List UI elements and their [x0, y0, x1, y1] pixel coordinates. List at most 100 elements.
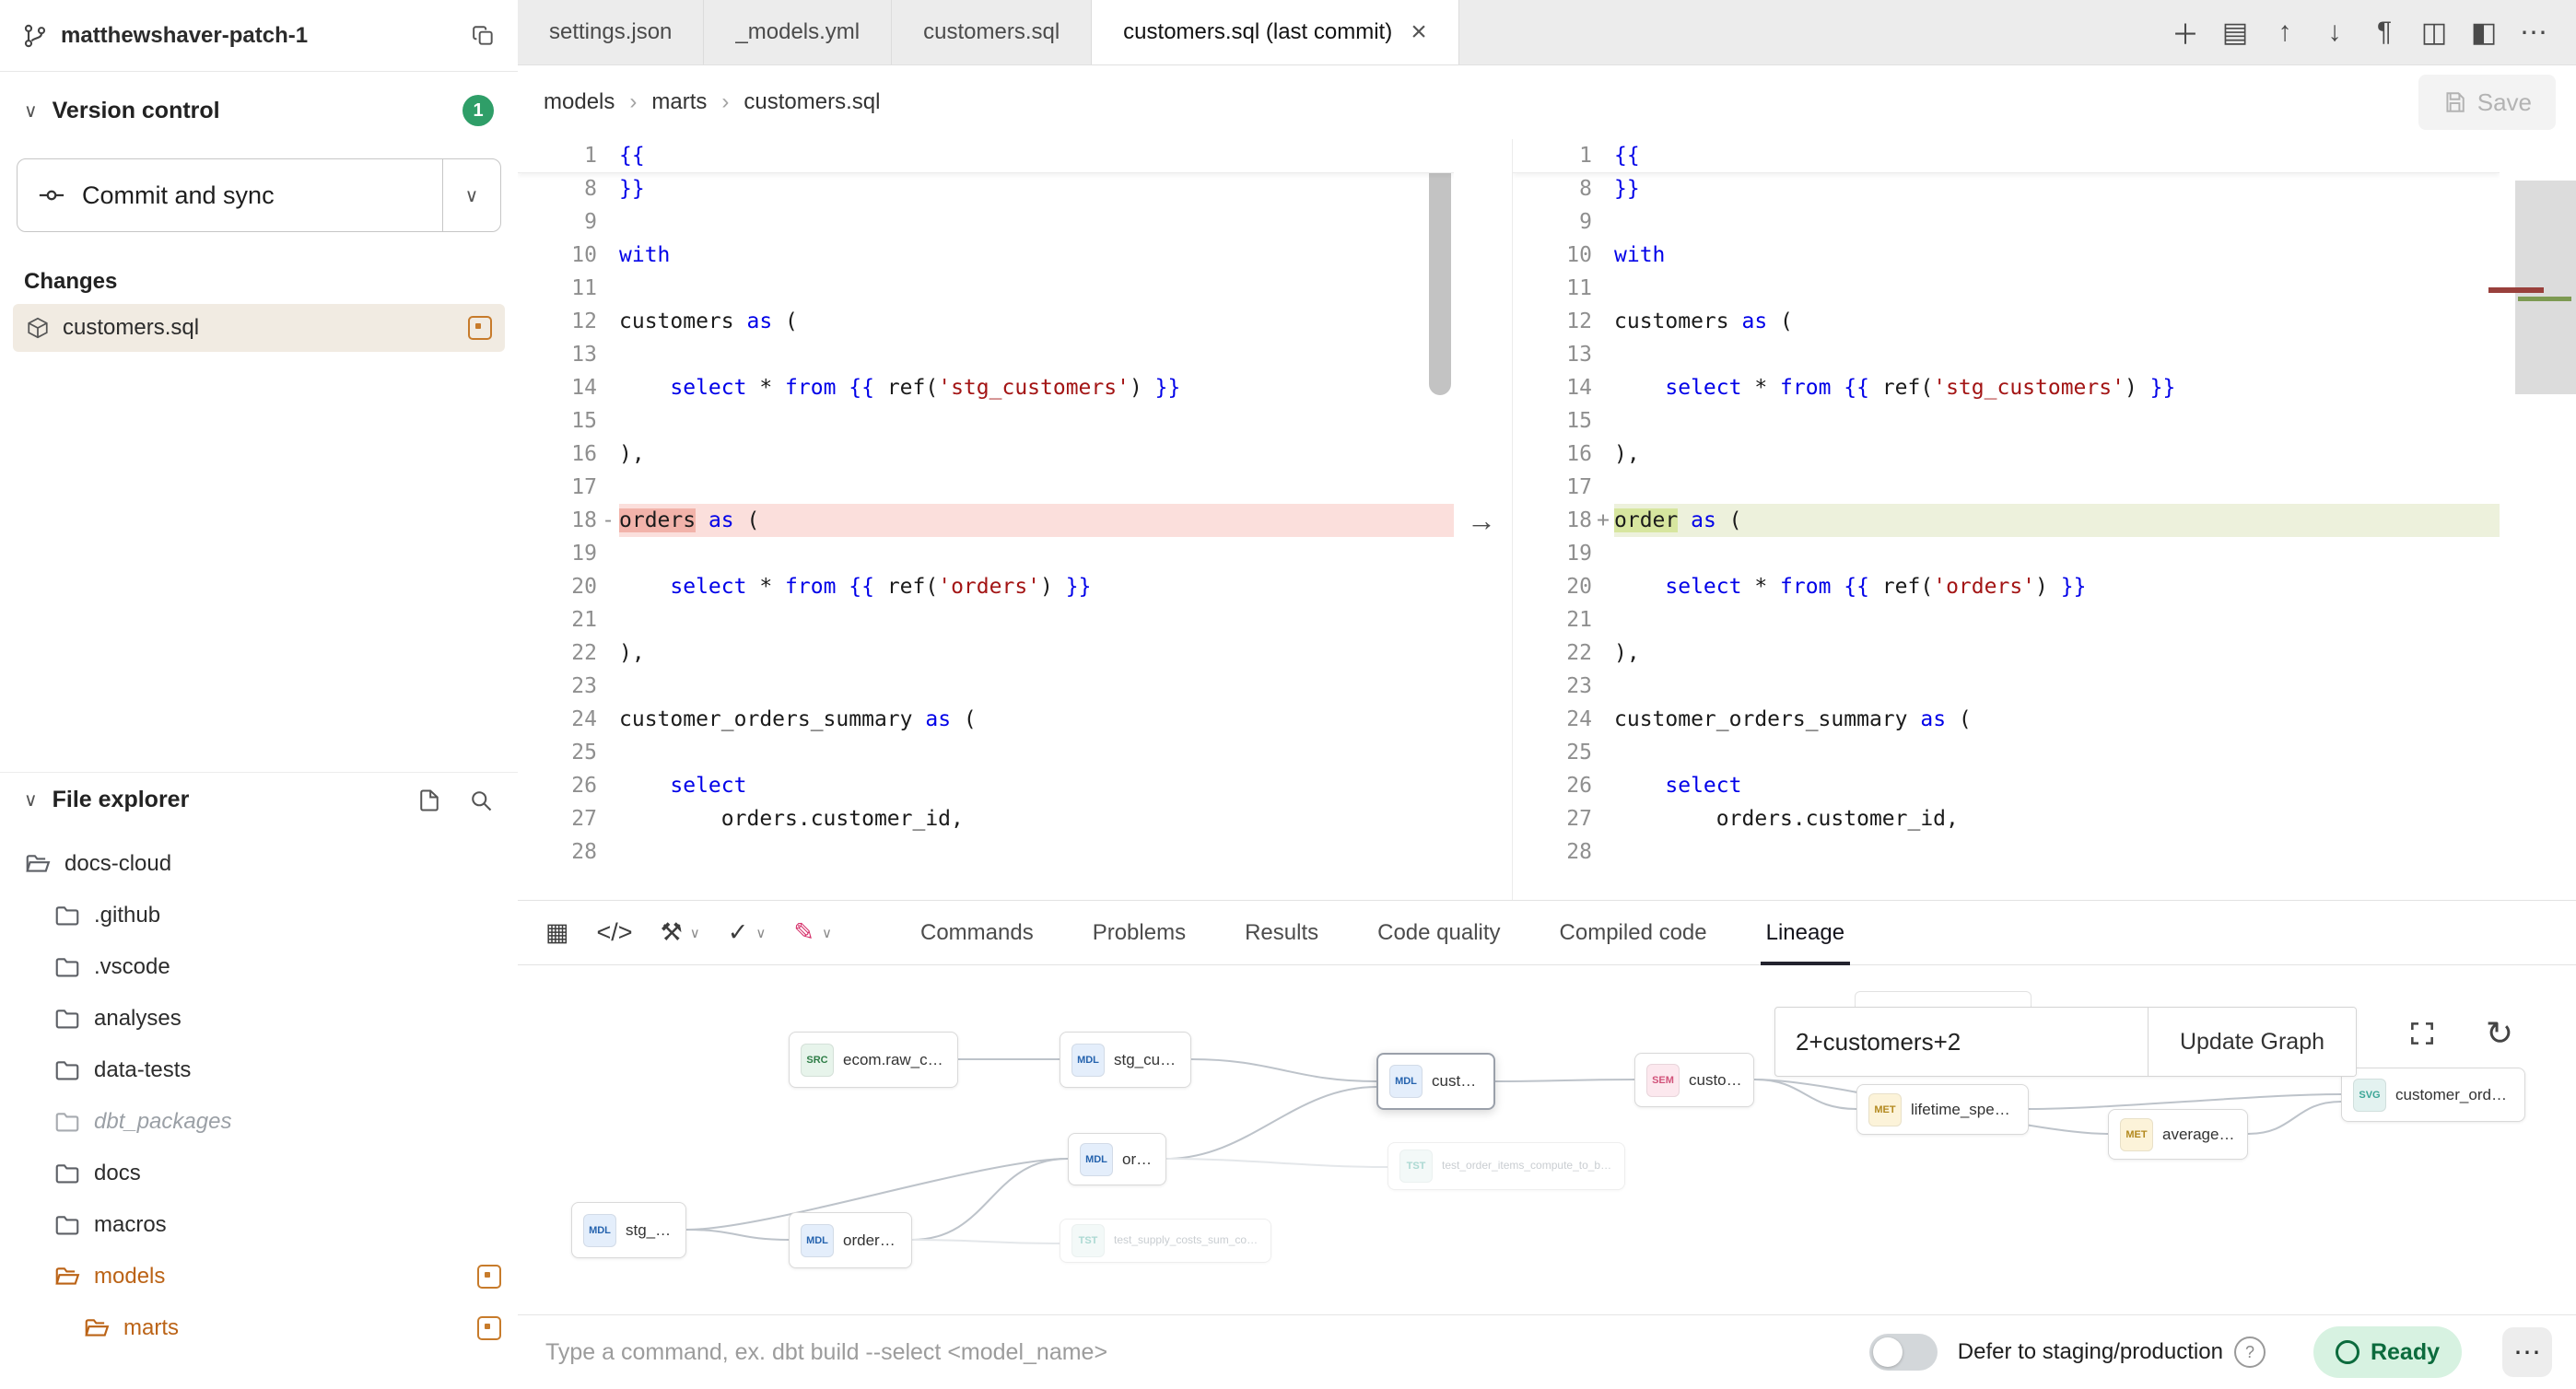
code-line-19[interactable]: 19: [1513, 537, 2500, 570]
tree-item-marts[interactable]: marts: [0, 1302, 518, 1354]
code-line-9[interactable]: 9: [1513, 205, 2500, 239]
status-more-button[interactable]: ⋯: [2502, 1327, 2552, 1377]
code-line-21[interactable]: 21: [518, 603, 1454, 636]
docs-book-icon[interactable]: ◫: [2414, 17, 2454, 49]
results-table-icon[interactable]: ▦: [545, 918, 569, 947]
scroll-down-icon[interactable]: ↓: [2314, 17, 2355, 48]
code-line-9[interactable]: 9: [518, 205, 1454, 239]
code-line-17[interactable]: 17: [518, 471, 1454, 504]
code-line-20[interactable]: 20 select * from {{ ref('orders') }}: [518, 570, 1454, 603]
diff-pane-modified[interactable]: 1{{8}}910with1112customers as (1314 sele…: [1512, 139, 2500, 900]
format-options-icon[interactable]: ✓∨: [728, 918, 767, 947]
command-input[interactable]: [544, 1338, 1607, 1367]
code-line-23[interactable]: 23: [518, 670, 1454, 703]
lineage-node-lifetime-spend-pretax[interactable]: METlifetime_spend_pretax: [1856, 1084, 2029, 1135]
copy-branch-icon[interactable]: [472, 24, 496, 48]
panel-tab-compiled-code[interactable]: Compiled code: [1560, 901, 1707, 964]
panel-tab-problems[interactable]: Problems: [1093, 901, 1186, 964]
lineage-node-stg-customers[interactable]: MDLstg_customers: [1060, 1032, 1191, 1088]
code-line-16[interactable]: 16),: [1513, 438, 2500, 471]
panel-tab-lineage[interactable]: Lineage: [1766, 901, 1844, 964]
code-line-13[interactable]: 13: [518, 338, 1454, 371]
more-options-icon[interactable]: ⋯: [2513, 17, 2554, 49]
code-editor-icon[interactable]: </>: [597, 918, 633, 947]
tree-item-vscode[interactable]: .vscode: [0, 941, 518, 993]
code-line-12[interactable]: 12customers as (: [1513, 305, 2500, 338]
lineage-node-orders[interactable]: MDLorders: [1068, 1133, 1166, 1185]
lineage-node-order-items[interactable]: MDLorder_items: [789, 1212, 912, 1268]
editor-layout-icon[interactable]: ▤: [2215, 17, 2255, 49]
tree-item-analyses[interactable]: analyses: [0, 993, 518, 1045]
code-line-18[interactable]: 18+order as (: [1513, 504, 2500, 537]
tree-item-docs[interactable]: docs: [0, 1148, 518, 1199]
panel-tab-commands[interactable]: Commands: [920, 901, 1034, 964]
code-line-11[interactable]: 11: [518, 272, 1454, 305]
tree-item-dbt-packages[interactable]: dbt_packages: [0, 1096, 518, 1148]
code-line-20[interactable]: 20 select * from {{ ref('orders') }}: [1513, 570, 2500, 603]
formatting-marks-icon[interactable]: ¶: [2364, 17, 2405, 48]
lineage-node-customer-order-metrics[interactable]: SVGcustomer_order_metrics: [2341, 1068, 2525, 1122]
code-line-16[interactable]: 16),: [518, 438, 1454, 471]
code-line-12[interactable]: 12customers as (: [518, 305, 1454, 338]
lineage-node-test-supply-costs-sum-correctly[interactable]: TSTtest_supply_costs_sum_correctly: [1060, 1219, 1271, 1263]
code-line-23[interactable]: 23: [1513, 670, 2500, 703]
tree-item-data-tests[interactable]: data-tests: [0, 1045, 518, 1096]
code-line-11[interactable]: 11: [1513, 272, 2500, 305]
code-line-25[interactable]: 25: [518, 736, 1454, 769]
close-tab-icon[interactable]: ×: [1411, 18, 1427, 46]
panel-tab-results[interactable]: Results: [1245, 901, 1318, 964]
code-line-15[interactable]: 15: [518, 404, 1454, 438]
version-control-header[interactable]: ∨ Version control 1: [0, 72, 518, 149]
help-icon[interactable]: ?: [2234, 1336, 2266, 1368]
code-line-15[interactable]: 15: [1513, 404, 2500, 438]
tab-customers-sql[interactable]: customers.sql: [892, 0, 1092, 64]
code-line-21[interactable]: 21: [1513, 603, 2500, 636]
code-line-10[interactable]: 10with: [1513, 239, 2500, 272]
code-line-28[interactable]: 28: [1513, 835, 2500, 869]
diff-overview-ruler[interactable]: [2500, 139, 2576, 900]
code-line-24[interactable]: 24customer_orders_summary as (: [1513, 703, 2500, 736]
breadcrumb-item-models[interactable]: models: [544, 89, 615, 115]
lineage-node-customers[interactable]: SEMcustomers: [1634, 1053, 1754, 1107]
tree-item-docs-cloud[interactable]: docs-cloud: [0, 838, 518, 890]
tree-item-macros[interactable]: macros: [0, 1199, 518, 1251]
lineage-node-average-order-value[interactable]: METaverage_order_value: [2108, 1109, 2248, 1160]
tab-models-yml[interactable]: _models.yml: [704, 0, 892, 64]
refresh-graph-button[interactable]: ↻: [2473, 1007, 2526, 1060]
fullscreen-button[interactable]: [2395, 1007, 2449, 1060]
breadcrumb-item-customers-sql[interactable]: customers.sql: [744, 89, 880, 115]
lineage-node-test-order-items-compute-to-bools-correctly[interactable]: TSTtest_order_items_compute_to_bools_cor…: [1388, 1142, 1625, 1190]
code-line-24[interactable]: 24customer_orders_summary as (: [518, 703, 1454, 736]
code-line-25[interactable]: 25: [1513, 736, 2500, 769]
code-line-28[interactable]: 28: [518, 835, 1454, 869]
save-button[interactable]: Save: [2418, 75, 2556, 130]
lineage-canvas[interactable]: Update Graph ↻ SRCecom.raw_customers MDLs…: [518, 965, 2576, 1314]
code-line-27[interactable]: 27 orders.customer_id,: [1513, 802, 2500, 835]
build-options-icon[interactable]: ⚒∨: [661, 918, 700, 947]
tab-customers-sql-last-commit[interactable]: customers.sql (last commit)×: [1092, 0, 1459, 64]
new-tab-icon[interactable]: ＋: [2165, 12, 2206, 53]
defer-toggle[interactable]: [1869, 1334, 1938, 1371]
file-explorer-header[interactable]: ∨ File explorer: [0, 772, 518, 827]
code-line-14[interactable]: 14 select * from {{ ref('stg_customers')…: [1513, 371, 2500, 404]
panel-tab-code-quality[interactable]: Code quality: [1377, 901, 1500, 964]
lint-fix-icon[interactable]: ✎∨: [793, 918, 832, 947]
code-line-18[interactable]: 18-orders as (: [518, 504, 1454, 537]
tree-item-models[interactable]: models: [0, 1251, 518, 1302]
diff-pane-original[interactable]: 1{{8}}910with1112customers as (1314 sele…: [518, 139, 1454, 900]
code-line-17[interactable]: 17: [1513, 471, 2500, 504]
changed-file-row[interactable]: customers.sql: [13, 304, 505, 352]
code-line-13[interactable]: 13: [1513, 338, 2500, 371]
code-line-26[interactable]: 26 select: [1513, 769, 2500, 802]
commit-and-sync-button[interactable]: Commit and sync ∨: [17, 158, 501, 232]
scroll-up-icon[interactable]: ↑: [2265, 17, 2305, 48]
code-line-22[interactable]: 22),: [1513, 636, 2500, 670]
update-graph-button[interactable]: Update Graph: [2148, 1008, 2356, 1076]
search-icon[interactable]: [468, 788, 494, 813]
status-ready-badge[interactable]: Ready: [2313, 1326, 2462, 1378]
new-file-icon[interactable]: [416, 788, 442, 813]
lineage-node-ecom-raw-customers[interactable]: SRCecom.raw_customers: [789, 1032, 958, 1088]
lineage-node-stg-orders[interactable]: MDLstg_orders: [571, 1202, 686, 1258]
revert-change-arrow-icon[interactable]: →: [1467, 504, 1496, 537]
code-line-19[interactable]: 19: [518, 537, 1454, 570]
